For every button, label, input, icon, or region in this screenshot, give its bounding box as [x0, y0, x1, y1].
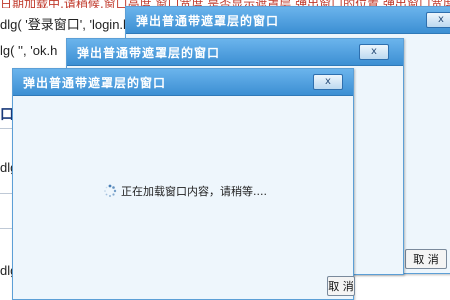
dialog-titlebar[interactable]: 弹出普通带遮罩层的窗口 x: [67, 39, 403, 66]
background-code-line-2: lg( '', 'ok.h: [0, 43, 58, 58]
close-button[interactable]: x: [359, 44, 389, 60]
close-button[interactable]: x: [426, 12, 450, 28]
dialog-title: 弹出普通带遮罩层的窗口: [136, 14, 280, 28]
dialog-title: 弹出普通带遮罩层的窗口: [77, 46, 221, 60]
dialog-titlebar[interactable]: 弹出普通带遮罩层的窗口 x: [126, 7, 450, 34]
loading-spinner-icon: [104, 184, 117, 197]
close-button[interactable]: x: [313, 74, 343, 90]
close-icon: x: [325, 76, 331, 87]
loading-text: 正在加载窗口内容，请稍等....: [121, 185, 267, 198]
close-icon: x: [438, 14, 444, 25]
close-icon: x: [371, 46, 377, 57]
background-code-line-1: dlg( '登录窗口', 'login.h: [0, 17, 131, 32]
loading-indicator: 正在加载窗口内容，请稍等....: [103, 183, 267, 199]
cancel-button[interactable]: 取 消: [405, 249, 447, 269]
cancel-button[interactable]: 取 消: [327, 276, 355, 296]
dialog-titlebar[interactable]: 弹出普通带遮罩层的窗口 x: [13, 69, 353, 96]
dialog-title: 弹出普通带遮罩层的窗口: [23, 76, 167, 90]
